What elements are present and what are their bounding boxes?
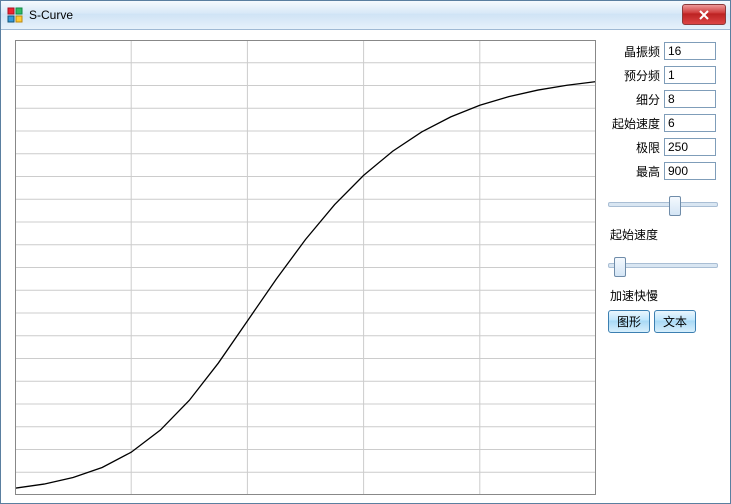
prescaler-input[interactable] (664, 66, 716, 84)
graph-button[interactable]: 图形 (608, 310, 650, 333)
param-row-prescaler: 预分频 (604, 64, 722, 86)
side-panel: 晶振频 预分频 细分 起始速度 极限 最高 (604, 40, 722, 495)
text-button[interactable]: 文本 (654, 310, 696, 333)
close-icon (698, 10, 710, 20)
window-title: S-Curve (29, 8, 73, 22)
subdivision-input[interactable] (664, 90, 716, 108)
start-speed-input[interactable] (664, 114, 716, 132)
titlebar: S-Curve (1, 1, 730, 30)
prescaler-label: 预分频 (604, 67, 664, 84)
slider-2-thumb[interactable] (614, 257, 626, 277)
crystal-freq-label: 晶振频 (604, 43, 664, 60)
app-icon (7, 7, 23, 23)
subdivision-label: 细分 (604, 91, 664, 108)
param-row-crystal: 晶振频 (604, 40, 722, 62)
slider-1[interactable] (608, 194, 718, 212)
param-row-subdivision: 细分 (604, 88, 722, 110)
chart-border (15, 40, 596, 495)
chart-area (15, 40, 596, 495)
app-window: S-Curve 晶振频 预分频 细分 起始速 (0, 0, 731, 504)
slider-2[interactable] (608, 255, 718, 273)
slider-1-rail (608, 202, 718, 207)
max-label: 最高 (604, 163, 664, 180)
client-area: 晶振频 预分频 细分 起始速度 极限 最高 (1, 30, 730, 503)
accel-section-label: 加速快慢 (610, 287, 722, 304)
button-row: 图形 文本 (608, 310, 722, 333)
limit-input[interactable] (664, 138, 716, 156)
slider-1-thumb[interactable] (669, 196, 681, 216)
crystal-freq-input[interactable] (664, 42, 716, 60)
limit-label: 极限 (604, 139, 664, 156)
slider-1-wrap (608, 194, 718, 212)
param-row-limit: 极限 (604, 136, 722, 158)
start-speed-label: 起始速度 (604, 115, 664, 132)
close-button[interactable] (682, 4, 726, 25)
param-row-start-speed: 起始速度 (604, 112, 722, 134)
max-input[interactable] (664, 162, 716, 180)
slider-2-wrap (608, 255, 718, 273)
start-speed-section-label: 起始速度 (610, 226, 722, 243)
param-row-max: 最高 (604, 160, 722, 182)
